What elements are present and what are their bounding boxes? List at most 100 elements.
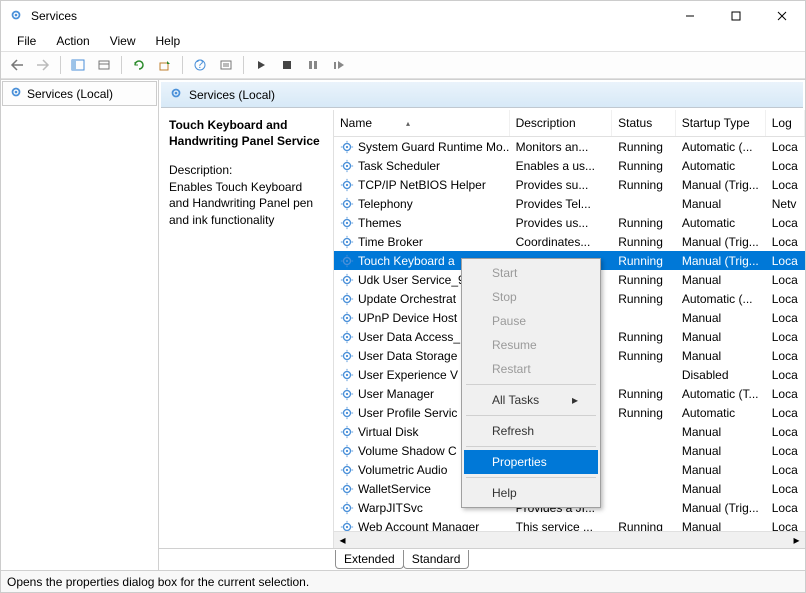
scroll-right-button[interactable]: ▸ (788, 532, 805, 549)
app-icon (9, 8, 25, 24)
context-menu-properties[interactable]: Properties (464, 450, 598, 474)
column-logon-as[interactable]: Log (766, 110, 805, 136)
service-name: WalletService (358, 482, 431, 496)
export-button[interactable] (153, 54, 177, 76)
restart-service-button[interactable] (327, 54, 351, 76)
context-menu-pause: Pause (464, 309, 598, 333)
service-status: Running (612, 330, 676, 344)
context-menu-help[interactable]: Help (464, 481, 598, 505)
service-status: Running (612, 178, 676, 192)
content-area: Services (Local) Services (Local) Touch … (1, 79, 805, 570)
properties-button[interactable] (214, 54, 238, 76)
service-logon-as: Netv (766, 197, 805, 211)
column-description[interactable]: Description (510, 110, 613, 136)
column-status[interactable]: Status (612, 110, 676, 136)
description-text: Enables Touch Keyboard and Handwriting P… (169, 179, 323, 228)
service-row[interactable]: System Guard Runtime Mo...Monitors an...… (334, 137, 805, 156)
context-menu-all-tasks[interactable]: All Tasks▸ (464, 388, 598, 412)
svg-text:?: ? (197, 59, 204, 71)
detail-pane: Touch Keyboard and Handwriting Panel Ser… (159, 110, 334, 548)
context-menu-restart: Restart (464, 357, 598, 381)
sort-asc-icon: ▴ (406, 119, 410, 128)
forward-button[interactable] (31, 54, 55, 76)
service-logon-as: Loca (766, 140, 805, 154)
stop-service-button[interactable] (275, 54, 299, 76)
service-logon-as: Loca (766, 368, 805, 382)
maximize-button[interactable] (713, 1, 759, 31)
services-icon (169, 86, 183, 103)
scroll-left-button[interactable]: ◂ (334, 532, 351, 549)
service-startup-type: Manual (676, 349, 766, 363)
service-row[interactable]: TCP/IP NetBIOS HelperProvides su...Runni… (334, 175, 805, 194)
back-button[interactable] (5, 54, 29, 76)
service-description: Coordinates... (510, 235, 613, 249)
service-logon-as: Loca (766, 406, 805, 420)
service-status: Running (612, 349, 676, 363)
service-startup-type: Disabled (676, 368, 766, 382)
service-status: Running (612, 387, 676, 401)
service-name: User Data Storage (358, 349, 457, 363)
service-icon (340, 387, 354, 401)
service-icon (340, 425, 354, 439)
service-startup-type: Manual (676, 273, 766, 287)
statusbar-text: Opens the properties dialog box for the … (7, 575, 309, 589)
column-name[interactable]: Name▴ (334, 110, 510, 136)
context-menu-refresh[interactable]: Refresh (464, 419, 598, 443)
menu-view[interactable]: View (102, 32, 144, 50)
service-name: TCP/IP NetBIOS Helper (358, 178, 486, 192)
close-button[interactable] (759, 1, 805, 31)
service-startup-type: Manual (676, 311, 766, 325)
service-icon (340, 406, 354, 420)
show-hide-tree-button[interactable] (66, 54, 90, 76)
service-logon-as: Loca (766, 254, 805, 268)
service-row[interactable]: Task SchedulerEnables a us...RunningAuto… (334, 156, 805, 175)
service-logon-as: Loca (766, 292, 805, 306)
description-label: Description: (169, 163, 323, 177)
context-menu: StartStopPauseResumeRestartAll Tasks▸Ref… (461, 258, 601, 508)
service-row[interactable]: ThemesProvides us...RunningAutomaticLoca (334, 213, 805, 232)
service-icon (340, 444, 354, 458)
tree-panel: Services (Local) (1, 80, 159, 570)
service-name: Volumetric Audio (358, 463, 447, 477)
pause-service-button[interactable] (301, 54, 325, 76)
help-button[interactable]: ? (188, 54, 212, 76)
toolbar: ? (1, 51, 805, 79)
service-startup-type: Automatic (676, 159, 766, 173)
horizontal-scrollbar[interactable]: ◂ ▸ (334, 531, 805, 548)
service-icon (340, 216, 354, 230)
service-description: Enables a us... (510, 159, 613, 173)
service-description: Provides us... (510, 216, 613, 230)
service-status: Running (612, 159, 676, 173)
service-row[interactable]: Time BrokerCoordinates...RunningManual (… (334, 232, 805, 251)
menu-help[interactable]: Help (148, 32, 189, 50)
tab-standard[interactable]: Standard (403, 550, 470, 569)
menu-file[interactable]: File (9, 32, 44, 50)
service-icon (340, 273, 354, 287)
export-list-button[interactable] (92, 54, 116, 76)
menu-separator (466, 477, 596, 478)
list-header: Name▴ Description Status Startup Type Lo… (334, 110, 805, 137)
context-menu-start: Start (464, 261, 598, 285)
minimize-button[interactable] (667, 1, 713, 31)
tree-services-local[interactable]: Services (Local) (2, 81, 157, 106)
selected-service-title: Touch Keyboard and Handwriting Panel Ser… (169, 118, 323, 149)
refresh-button[interactable] (127, 54, 151, 76)
column-startup-type[interactable]: Startup Type (676, 110, 766, 136)
service-logon-as: Loca (766, 482, 805, 496)
service-logon-as: Loca (766, 425, 805, 439)
service-row[interactable]: Web Account ManagerThis service ...Runni… (334, 517, 805, 531)
service-name: Touch Keyboard a (358, 254, 455, 268)
service-icon (340, 501, 354, 515)
service-name: Telephony (358, 197, 413, 211)
service-row[interactable]: TelephonyProvides Tel...ManualNetv (334, 194, 805, 213)
menu-action[interactable]: Action (48, 32, 97, 50)
tab-extended[interactable]: Extended (335, 550, 404, 569)
service-icon (340, 159, 354, 173)
service-name: Volume Shadow C (358, 444, 457, 458)
service-icon (340, 520, 354, 532)
service-startup-type: Manual (676, 520, 766, 532)
service-startup-type: Automatic (... (676, 140, 766, 154)
service-logon-as: Loca (766, 520, 805, 532)
start-service-button[interactable] (249, 54, 273, 76)
service-startup-type: Automatic (676, 216, 766, 230)
